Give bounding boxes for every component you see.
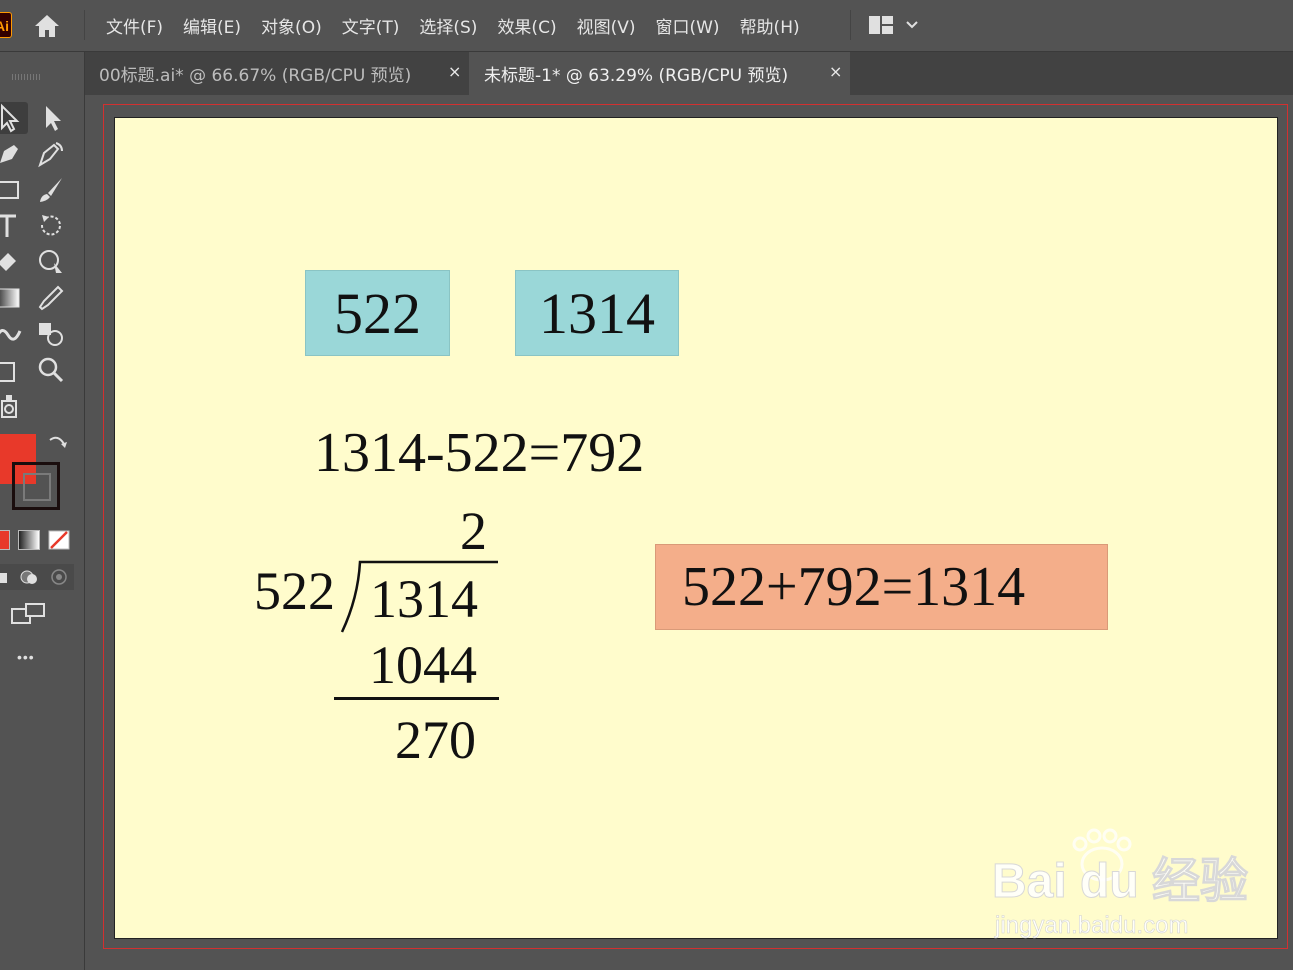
tab-untitled-1[interactable]: 未标题-1* @ 63.29% (RGB/CPU 预览) ×: [469, 52, 850, 95]
close-tab-button[interactable]: ×: [448, 62, 461, 81]
number-box-522[interactable]: 522: [305, 270, 450, 356]
puppet-warp-tool-icon[interactable]: [36, 247, 66, 277]
pen-tool-icon[interactable]: [0, 139, 24, 169]
menu-edit[interactable]: 编辑(E): [173, 13, 251, 38]
tab-label: 未标题-1* @ 63.29% (RGB/CPU 预览): [484, 66, 789, 86]
division-dividend[interactable]: 1314: [370, 572, 478, 626]
menu-view[interactable]: 视图(V): [567, 13, 646, 38]
tab-00-title[interactable]: 00标题.ai* @ 66.67% (RGB/CPU 预览) ×: [84, 52, 469, 95]
menu-effect[interactable]: 效果(C): [487, 13, 566, 38]
menu-window[interactable]: 窗口(W): [645, 13, 729, 38]
artboard-tool-icon[interactable]: [0, 355, 24, 385]
number-box-1314[interactable]: 1314: [515, 270, 679, 356]
eyedropper-tool-icon[interactable]: [36, 283, 66, 313]
watermark-url: jingyan.baidu.com: [995, 912, 1189, 939]
division-remainder[interactable]: 270: [395, 713, 476, 767]
menu-separator: [84, 10, 85, 40]
workspace-switcher-icon[interactable]: [868, 14, 924, 36]
tools-panel: •••: [0, 52, 85, 970]
symbol-sprayer-tool-icon[interactable]: [0, 391, 24, 421]
screen-mode-icon[interactable]: [10, 602, 48, 626]
division-rule[interactable]: [334, 697, 499, 700]
close-tab-button[interactable]: ×: [829, 62, 842, 81]
rotate-tool-icon[interactable]: [36, 211, 66, 241]
main-menu: 文件(F) 编辑(E) 对象(O) 文字(T) 选择(S) 效果(C) 视图(V…: [96, 0, 810, 51]
menu-object[interactable]: 对象(O): [251, 13, 332, 38]
document-tabs: 00标题.ai* @ 66.67% (RGB/CPU 预览) × 未标题-1* …: [84, 52, 1293, 95]
menu-help[interactable]: 帮助(H): [730, 13, 810, 38]
division-product[interactable]: 1044: [369, 638, 477, 692]
tab-label: 00标题.ai* @ 66.67% (RGB/CPU 预览): [99, 66, 412, 86]
subtraction-equation[interactable]: 1314-522=792: [314, 425, 644, 481]
none-mode-icon[interactable]: [48, 530, 70, 550]
swap-colors-icon[interactable]: [46, 432, 68, 454]
watermark-brand: Bai du 经验: [991, 855, 1249, 908]
home-icon[interactable]: [33, 13, 61, 39]
menu-separator: [850, 10, 851, 40]
division-divisor[interactable]: 522: [254, 564, 335, 618]
type-tool-icon[interactable]: [0, 211, 24, 241]
division-quotient[interactable]: 2: [460, 504, 487, 558]
curvature-tool-icon[interactable]: [36, 139, 66, 169]
eraser-tool-icon[interactable]: [0, 247, 24, 277]
rectangle-tool-icon[interactable]: [0, 175, 24, 205]
blend-tool-icon[interactable]: [0, 319, 24, 349]
stroke-color-swatch[interactable]: [12, 462, 60, 510]
shape-builder-tool-icon[interactable]: [36, 319, 66, 349]
direct-selection-tool-icon[interactable]: [38, 103, 68, 133]
artboard[interactable]: [114, 117, 1278, 939]
draw-inside-icon[interactable]: [48, 566, 70, 588]
more-tools-button[interactable]: •••: [17, 649, 35, 665]
menu-file[interactable]: 文件(F): [96, 13, 173, 38]
paintbrush-tool-icon[interactable]: [36, 175, 66, 205]
verification-box[interactable]: 522+792=1314: [655, 544, 1108, 630]
draw-behind-icon[interactable]: [18, 566, 40, 588]
gradient-mode-button[interactable]: [18, 530, 40, 550]
color-mode-button[interactable]: [0, 530, 10, 550]
menu-select[interactable]: 选择(S): [409, 13, 487, 38]
gradient-tool-icon[interactable]: [0, 283, 24, 313]
selection-tool-icon[interactable]: [0, 103, 24, 133]
app-logo: Ai: [0, 12, 12, 38]
menu-bar: Ai 文件(F) 编辑(E) 对象(O) 文字(T) 选择(S) 效果(C) 视…: [0, 0, 1293, 52]
panel-grip[interactable]: [12, 74, 42, 80]
zoom-tool-icon[interactable]: [36, 355, 66, 385]
menu-type[interactable]: 文字(T): [332, 13, 410, 38]
draw-normal-icon[interactable]: [0, 568, 10, 586]
